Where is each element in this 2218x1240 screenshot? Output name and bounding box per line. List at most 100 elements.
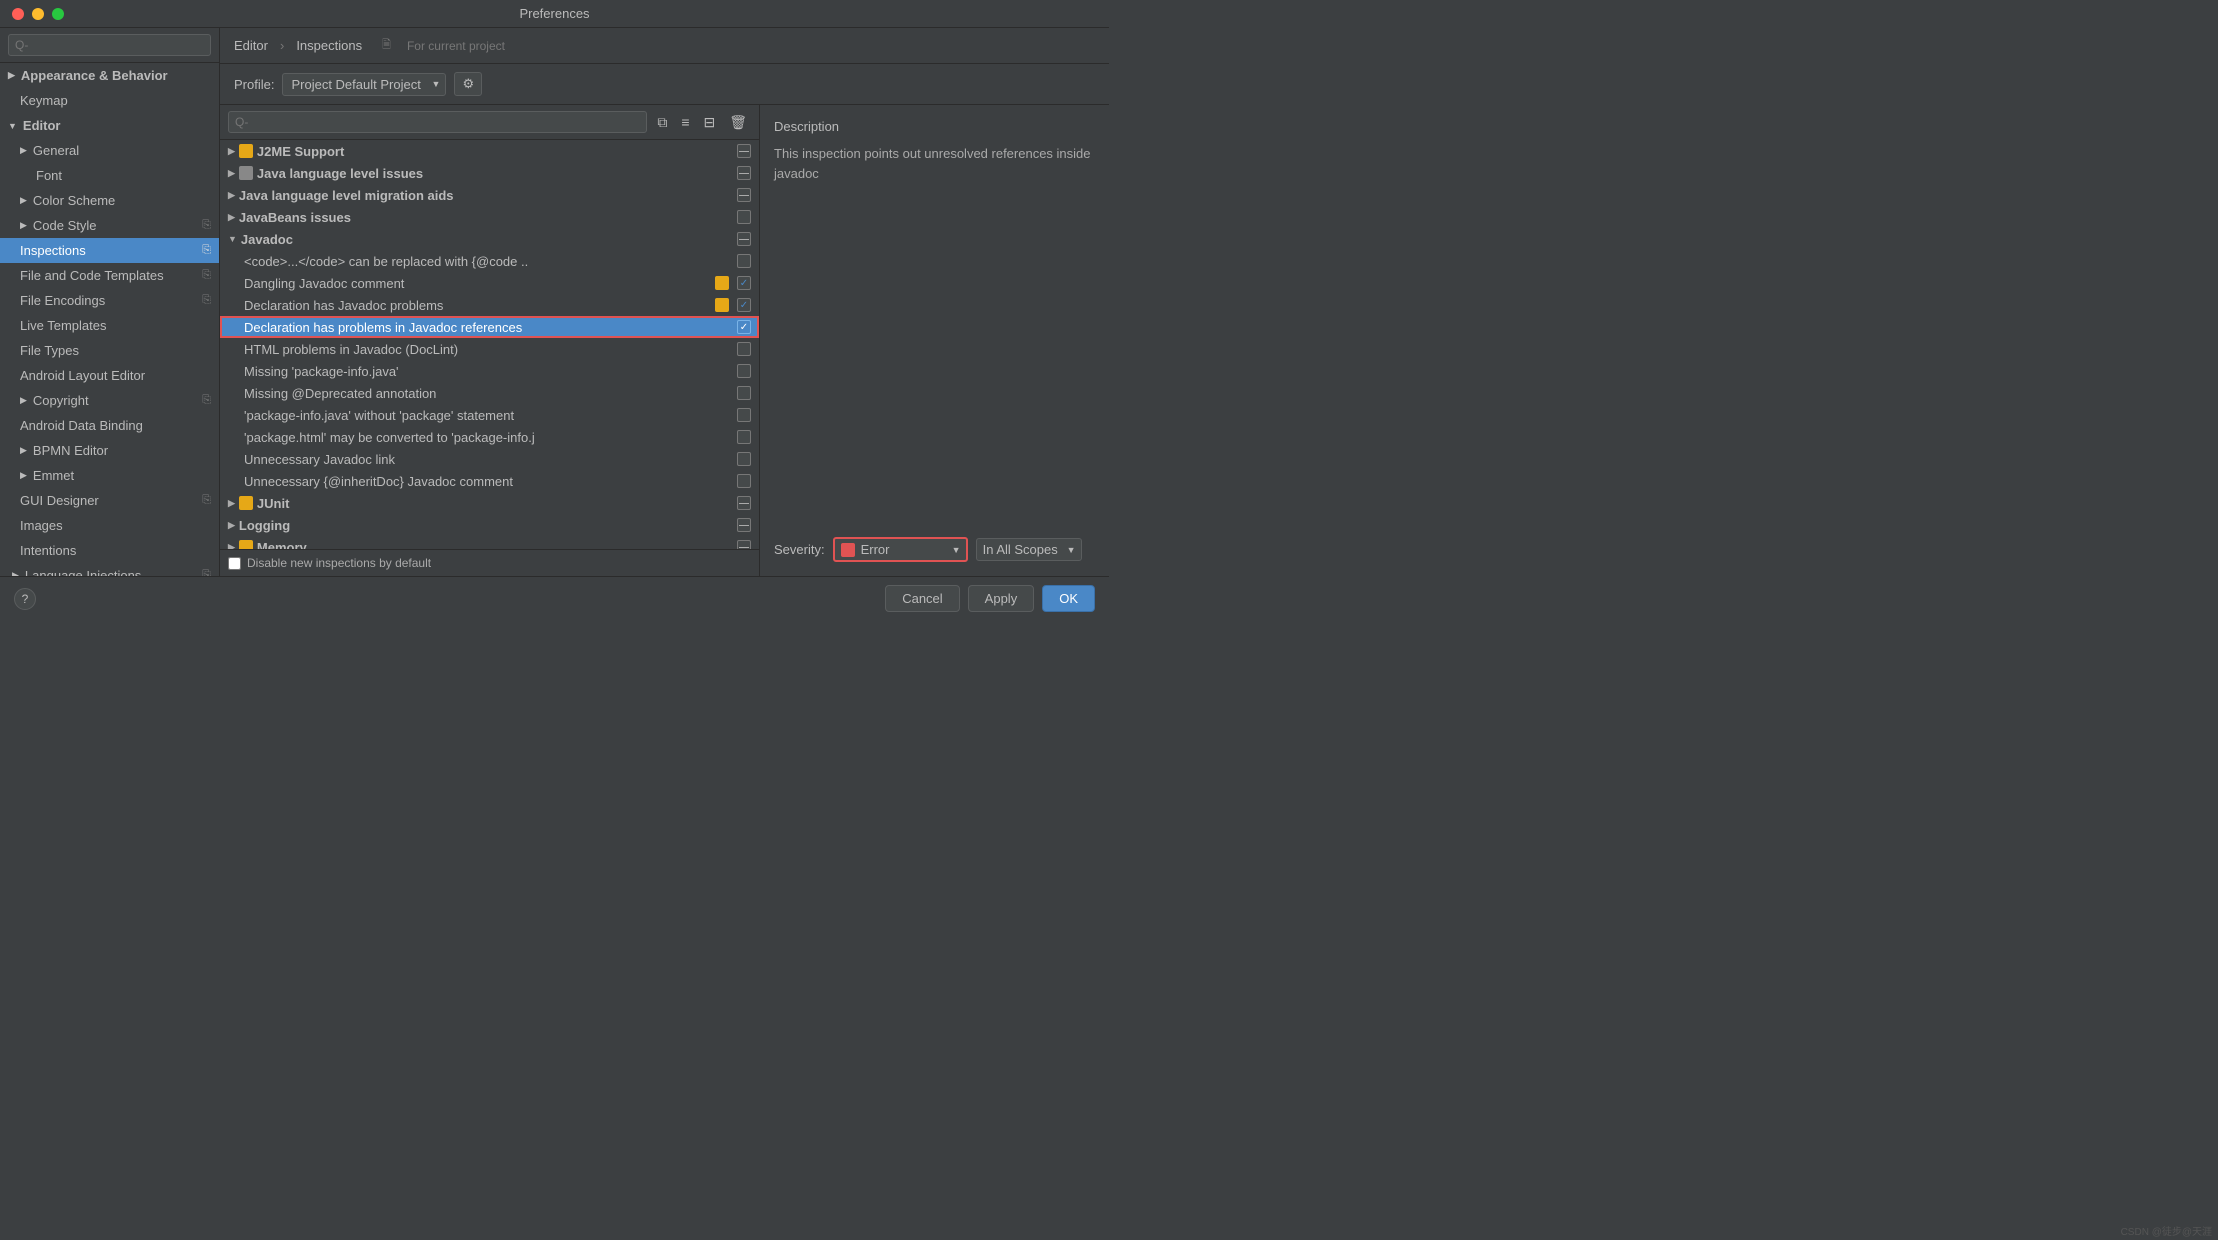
help-button[interactable]: ? bbox=[14, 588, 36, 610]
sidebar-item-android-layout[interactable]: Android Layout Editor bbox=[0, 363, 219, 388]
insp-row-javabeans[interactable]: ▶ JavaBeans issues bbox=[220, 206, 759, 228]
close-button[interactable] bbox=[12, 8, 24, 20]
breadcrumb-inspections[interactable]: Inspections bbox=[296, 38, 362, 53]
insp-row-html-problems[interactable]: HTML problems in Javadoc (DocLint) bbox=[220, 338, 759, 360]
sidebar-item-android-data[interactable]: Android Data Binding bbox=[0, 413, 219, 438]
insp-row-logging[interactable]: ▶ Logging — bbox=[220, 514, 759, 536]
insp-checkbox-junit[interactable]: — bbox=[737, 496, 751, 510]
window-controls bbox=[12, 8, 64, 20]
insp-row-j2me[interactable]: ▶ J2ME Support — bbox=[220, 140, 759, 162]
insp-checkbox-unnecessary-link[interactable] bbox=[737, 452, 751, 466]
scope-select[interactable]: In All Scopes Project Tests Non-Project bbox=[977, 539, 1081, 560]
scope-select-wrap: In All Scopes Project Tests Non-Project bbox=[976, 538, 1082, 561]
chevron-right-icon: ▶ bbox=[228, 520, 235, 531]
sidebar-item-file-types[interactable]: File Types bbox=[0, 338, 219, 363]
insp-checkbox-unnecessary-inheritdoc[interactable] bbox=[737, 474, 751, 488]
insp-row-junit[interactable]: ▶ JUnit — bbox=[220, 492, 759, 514]
content-header: Editor › Inspections 🗎 For current proje… bbox=[220, 28, 1109, 64]
breadcrumb-editor[interactable]: Editor bbox=[234, 38, 268, 53]
insp-checkbox-package-html[interactable] bbox=[737, 430, 751, 444]
clear-button[interactable]: 🗑 bbox=[725, 112, 751, 133]
chevron-right-icon: ▶ bbox=[228, 212, 235, 223]
insp-row-java-level[interactable]: ▶ Java language level issues — bbox=[220, 162, 759, 184]
copy-icon: ⎘ bbox=[202, 269, 211, 282]
insp-row-package-html[interactable]: 'package.html' may be converted to 'pack… bbox=[220, 426, 759, 448]
sidebar-search-input[interactable] bbox=[8, 34, 211, 56]
insp-row-java-migration[interactable]: ▶ Java language level migration aids — bbox=[220, 184, 759, 206]
insp-checkbox-decl-problems[interactable]: ✓ bbox=[737, 298, 751, 312]
sidebar-item-inspections[interactable]: Inspections ⎘ bbox=[0, 238, 219, 263]
insp-checkbox-java-level[interactable]: — bbox=[737, 166, 751, 180]
sidebar-item-appearance[interactable]: ▶ Appearance & Behavior bbox=[0, 63, 219, 88]
sidebar-item-general[interactable]: ▶ General bbox=[0, 138, 219, 163]
apply-button[interactable]: Apply bbox=[968, 585, 1035, 612]
expand-all-button[interactable]: ≡ bbox=[677, 112, 693, 132]
insp-checkbox-java-migration[interactable]: — bbox=[737, 188, 751, 202]
sidebar-search-container bbox=[0, 28, 219, 63]
sidebar-item-emmet[interactable]: ▶ Emmet bbox=[0, 463, 219, 488]
insp-row-unnecessary-inheritdoc[interactable]: Unnecessary {@inheritDoc} Javadoc commen… bbox=[220, 470, 759, 492]
insp-row-package-info-without[interactable]: 'package-info.java' without 'package' st… bbox=[220, 404, 759, 426]
maximize-button[interactable] bbox=[52, 8, 64, 20]
insp-checkbox-decl-refs[interactable]: ✓ bbox=[737, 320, 751, 334]
profile-label: Profile: bbox=[234, 77, 274, 92]
severity-select[interactable]: Error Warning Weak Warning Info bbox=[859, 539, 966, 560]
profile-select[interactable]: Project Default Project bbox=[282, 73, 446, 96]
copy-icon: ⎘ bbox=[202, 294, 211, 307]
insp-checkbox-javadoc[interactable]: — bbox=[737, 232, 751, 246]
sidebar-item-intentions[interactable]: Intentions bbox=[0, 538, 219, 563]
ok-button[interactable]: OK bbox=[1042, 585, 1095, 612]
disable-inspections-label: Disable new inspections by default bbox=[247, 556, 431, 570]
insp-row-memory[interactable]: ▶ Memory — bbox=[220, 536, 759, 549]
insp-checkbox-javabeans[interactable] bbox=[737, 210, 751, 224]
sidebar-item-images[interactable]: Images bbox=[0, 513, 219, 538]
insp-checkbox-html-problems[interactable] bbox=[737, 342, 751, 356]
insp-checkbox-missing-package[interactable] bbox=[737, 364, 751, 378]
sidebar-item-font[interactable]: Font bbox=[0, 163, 219, 188]
description-text: This inspection points out unresolved re… bbox=[774, 144, 1095, 523]
sidebar-item-code-style[interactable]: ▶ Code Style ⎘ bbox=[0, 213, 219, 238]
minimize-button[interactable] bbox=[32, 8, 44, 20]
sidebar-item-language-injections[interactable]: ▶ Language Injections ⎘ bbox=[0, 563, 219, 576]
inspections-toolbar: ⧉ ≡ ⊟ 🗑 bbox=[220, 105, 759, 140]
disable-inspections-checkbox[interactable] bbox=[228, 557, 241, 570]
insp-checkbox-dangling[interactable]: ✓ bbox=[737, 276, 751, 290]
sidebar-item-keymap[interactable]: Keymap bbox=[0, 88, 219, 113]
insp-row-decl-refs[interactable]: Declaration has problems in Javadoc refe… bbox=[220, 316, 759, 338]
collapse-all-button[interactable]: ⊟ bbox=[699, 112, 719, 133]
sidebar-item-live-templates[interactable]: Live Templates bbox=[0, 313, 219, 338]
chevron-right-icon: ▶ bbox=[228, 146, 235, 157]
title-bar: Preferences bbox=[0, 0, 1109, 28]
insp-checkbox-memory[interactable]: — bbox=[737, 540, 751, 549]
chevron-right-icon: ▶ bbox=[20, 470, 27, 481]
chevron-down-icon: ▼ bbox=[228, 234, 237, 244]
chevron-right-icon: ▶ bbox=[12, 570, 19, 576]
inspections-search-input[interactable] bbox=[228, 111, 647, 133]
inspections-list[interactable]: ▶ J2ME Support — ▶ Java language level i… bbox=[220, 140, 759, 549]
sidebar-item-gui-designer[interactable]: GUI Designer ⎘ bbox=[0, 488, 219, 513]
cancel-button[interactable]: Cancel bbox=[885, 585, 959, 612]
sidebar-item-copyright[interactable]: ▶ Copyright ⎘ bbox=[0, 388, 219, 413]
insp-row-missing-package[interactable]: Missing 'package-info.java' bbox=[220, 360, 759, 382]
insp-row-unnecessary-link[interactable]: Unnecessary Javadoc link bbox=[220, 448, 759, 470]
sidebar-item-color-scheme[interactable]: ▶ Color Scheme bbox=[0, 188, 219, 213]
insp-checkbox-package-info[interactable] bbox=[737, 408, 751, 422]
insp-checkbox-j2me[interactable]: — bbox=[737, 144, 751, 158]
insp-row-missing-deprecated[interactable]: Missing @Deprecated annotation bbox=[220, 382, 759, 404]
insp-row-code-replace[interactable]: <code>...</code> can be replaced with {@… bbox=[220, 250, 759, 272]
sidebar-item-file-code-templates[interactable]: File and Code Templates ⎘ bbox=[0, 263, 219, 288]
insp-row-javadoc[interactable]: ▼ Javadoc — bbox=[220, 228, 759, 250]
copy-icon: ⎘ bbox=[202, 244, 211, 257]
sidebar-item-file-encodings[interactable]: File Encodings ⎘ bbox=[0, 288, 219, 313]
gear-button[interactable]: ⚙ bbox=[454, 72, 482, 96]
insp-row-decl-problems[interactable]: Declaration has Javadoc problems ✓ bbox=[220, 294, 759, 316]
insp-checkbox-missing-deprecated[interactable] bbox=[737, 386, 751, 400]
filter-button[interactable]: ⧉ bbox=[653, 112, 671, 133]
insp-checkbox-code-replace[interactable] bbox=[737, 254, 751, 268]
chevron-right-icon: ▶ bbox=[228, 498, 235, 509]
insp-row-dangling[interactable]: Dangling Javadoc comment ✓ bbox=[220, 272, 759, 294]
sidebar-item-editor[interactable]: ▼ Editor bbox=[0, 113, 219, 138]
chevron-right-icon: ▶ bbox=[20, 220, 27, 231]
sidebar-item-bpmn[interactable]: ▶ BPMN Editor bbox=[0, 438, 219, 463]
insp-checkbox-logging[interactable]: — bbox=[737, 518, 751, 532]
